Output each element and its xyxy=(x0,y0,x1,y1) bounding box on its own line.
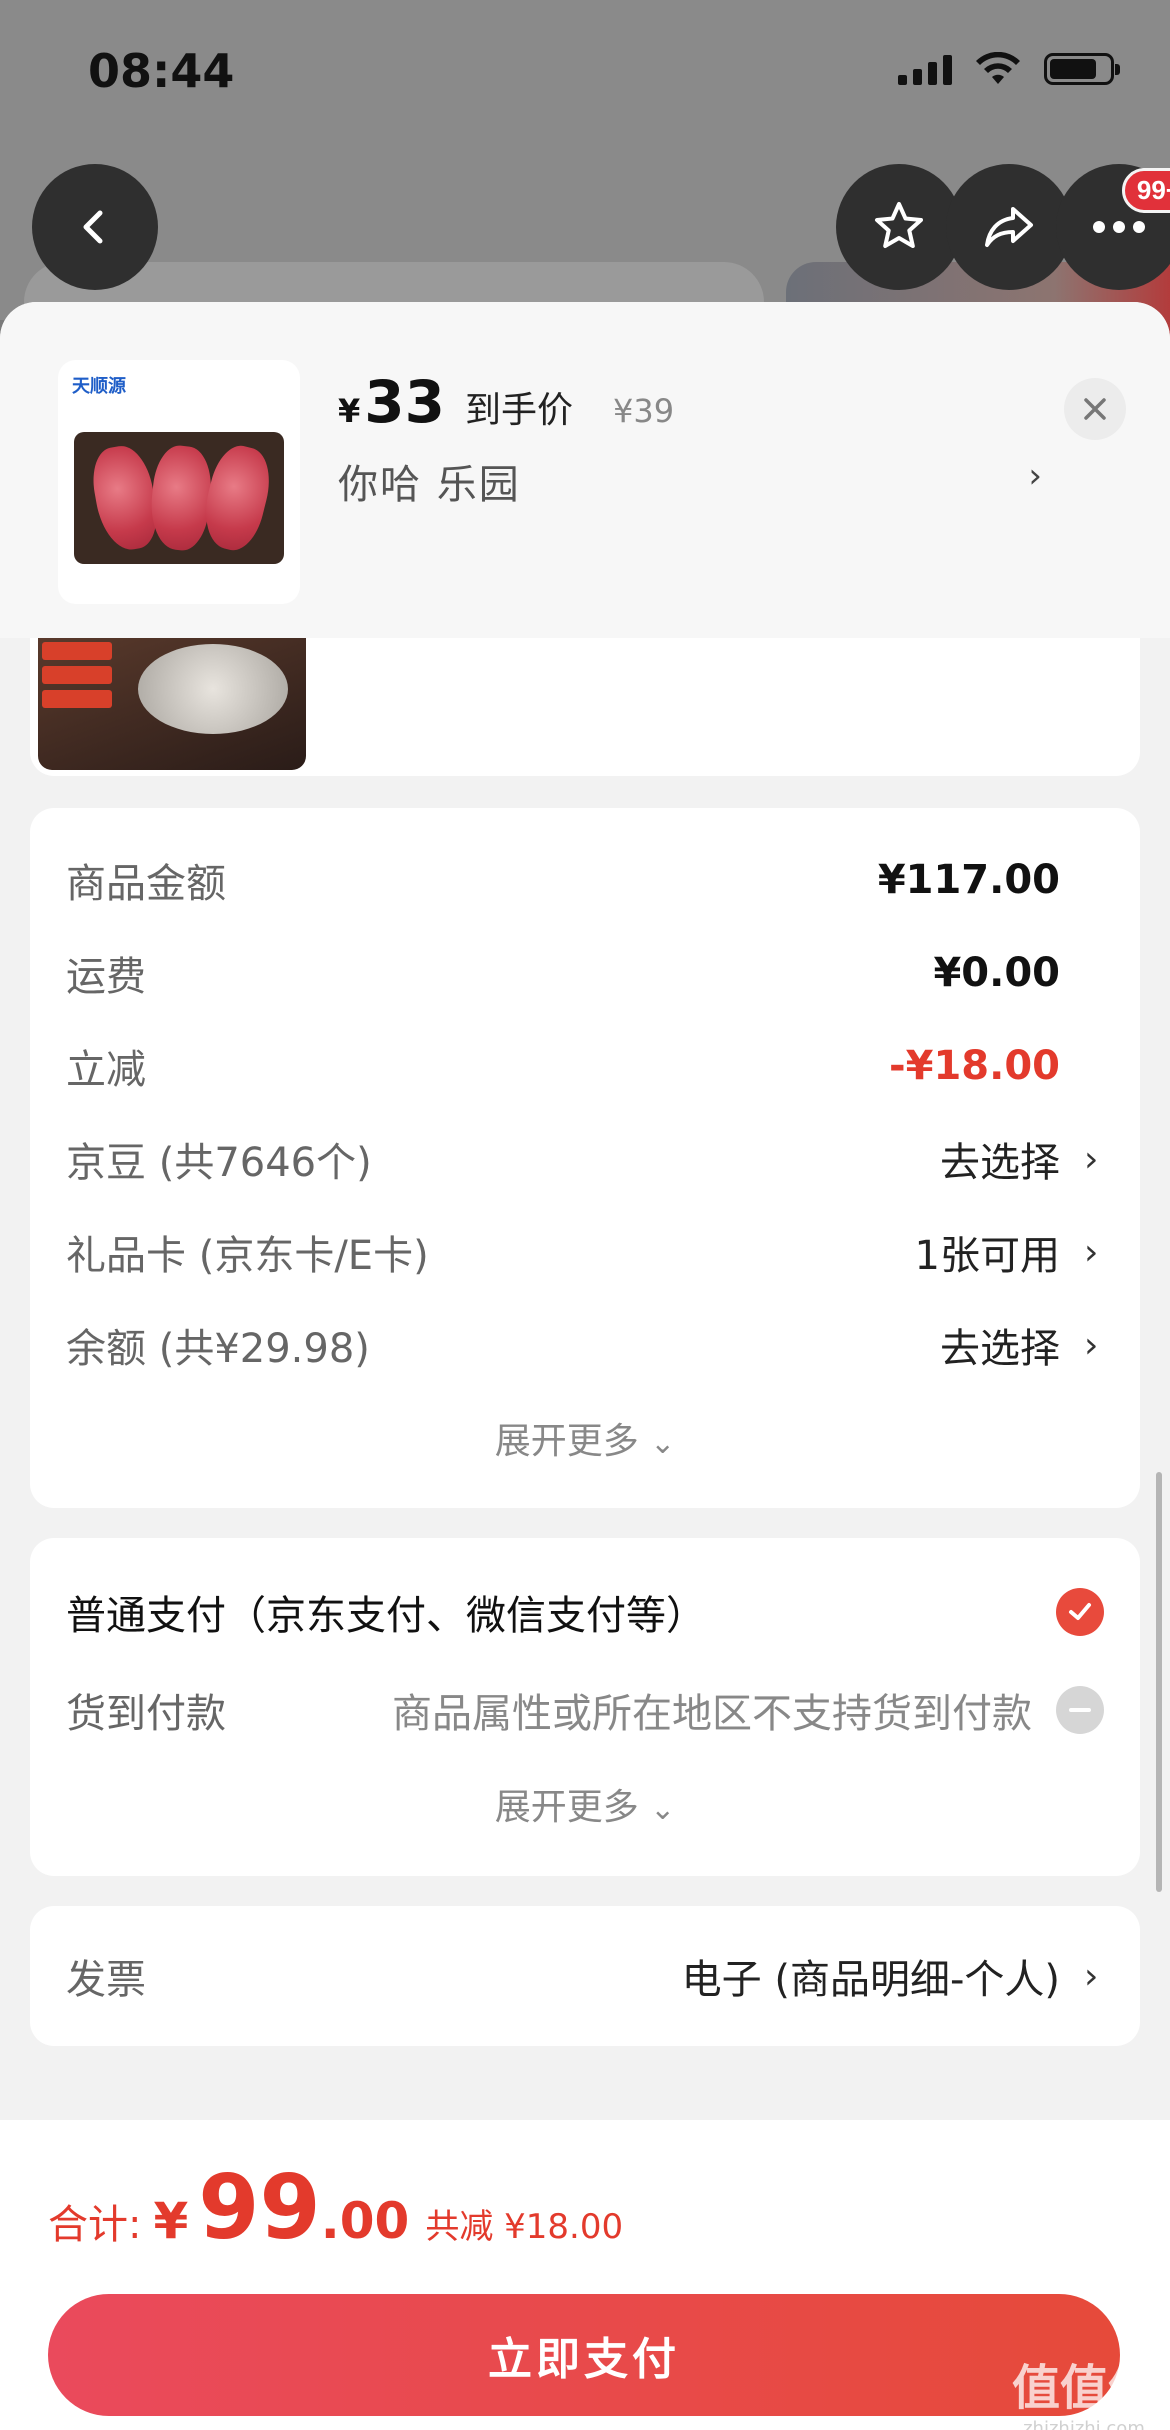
chevron-right-icon: › xyxy=(1084,1231,1099,1273)
close-button[interactable] xyxy=(1064,378,1126,440)
brand-logo: 天顺源 xyxy=(72,376,126,397)
expand-more-payment[interactable]: 展开更多 ⌄ xyxy=(30,1778,1140,1830)
watermark: 值值值 zhizhizhi.com xyxy=(1011,2360,1156,2430)
order-total: 合计: ¥ 99 .00 共减 ¥18.00 xyxy=(48,2156,624,2259)
chevron-right-icon[interactable]: › xyxy=(1028,456,1042,496)
battery-icon xyxy=(1044,53,1120,85)
disabled-radio-icon xyxy=(1056,1686,1104,1734)
star-icon xyxy=(875,202,923,248)
expand-more-summary[interactable]: 展开更多 ⌄ xyxy=(30,1412,1140,1464)
share-icon xyxy=(985,207,1033,247)
payment-method-card: 普通支付（京东支付、微信支付等） 货到付款 商品属性或所在地区不支持货到付款 展… xyxy=(30,1538,1140,1876)
chevron-down-icon: ⌄ xyxy=(650,1792,676,1827)
price-row: ¥ 33 到手价 ¥39 xyxy=(338,368,674,436)
product-image xyxy=(38,636,306,770)
product-spec-selector[interactable]: 你哈 乐园 xyxy=(338,452,521,510)
invoice-card[interactable]: 发票 电子 (商品明细-个人) › xyxy=(30,1906,1140,2046)
cellular-signal-icon xyxy=(898,53,952,85)
summary-row-jingdou[interactable]: 京豆 (共7646个) 去选择 › xyxy=(66,1129,1104,1189)
payment-option-cod: 货到付款 商品属性或所在地区不支持货到付款 xyxy=(66,1680,1104,1740)
price-summary-card: 商品金额 ¥117.00 运费 ¥0.00 立减 -¥18.00 京豆 (共76… xyxy=(30,808,1140,1508)
chevron-right-icon: › xyxy=(1084,1955,1099,1997)
pay-now-button[interactable]: 立即支付 xyxy=(48,2294,1120,2416)
more-dots-icon xyxy=(1093,221,1145,233)
summary-row-shipping: 运费 ¥0.00 xyxy=(66,950,1060,1000)
summary-row-discount: 立减 -¥18.00 xyxy=(66,1043,1060,1093)
summary-row-giftcard[interactable]: 礼品卡 (京东卡/E卡) 1张可用 › xyxy=(66,1222,1104,1282)
final-price: 33 xyxy=(364,368,445,436)
checkout-footer: 合计: ¥ 99 .00 共减 ¥18.00 立即支付 值值值 zhizhizh… xyxy=(0,2120,1170,2430)
final-price-label: 到手价 xyxy=(464,390,573,431)
more-button[interactable]: 99+ xyxy=(1056,164,1170,290)
invoice-row[interactable]: 发票 电子 (商品明细-个人) › xyxy=(66,1946,1104,2006)
total-savings: 共减 ¥18.00 xyxy=(425,2207,624,2247)
chevron-right-icon: › xyxy=(1084,1324,1099,1366)
product-thumbnail: 天顺源 xyxy=(58,360,300,604)
close-icon xyxy=(1084,398,1106,420)
product-header: 天顺源 ¥ 33 到手价 ¥39 你哈 乐园 › xyxy=(0,302,1170,638)
price-currency: ¥ xyxy=(338,392,361,430)
status-bar: 08:44 xyxy=(0,0,1170,150)
share-button[interactable] xyxy=(946,164,1072,290)
favorite-button[interactable] xyxy=(836,164,962,290)
original-price: ¥39 xyxy=(613,392,675,430)
summary-row-balance[interactable]: 余额 (共¥29.98) 去选择 › xyxy=(66,1315,1104,1375)
back-arrow-icon xyxy=(83,210,103,244)
checkmark-icon[interactable] xyxy=(1056,1588,1104,1636)
back-button[interactable] xyxy=(32,164,158,290)
wifi-icon xyxy=(976,52,1020,84)
notification-badge: 99+ xyxy=(1121,168,1170,213)
chevron-right-icon: › xyxy=(1084,1138,1099,1180)
summary-row-goods: 商品金额 ¥117.00 xyxy=(66,857,1060,907)
checkout-sheet: 天顺源 ¥ 33 到手价 ¥39 你哈 乐园 › 商品金额 ¥117.00 运费… xyxy=(0,302,1170,2430)
payment-option-standard[interactable]: 普通支付（京东支付、微信支付等） xyxy=(66,1582,1104,1642)
status-time: 08:44 xyxy=(88,44,235,98)
scrollbar[interactable] xyxy=(1156,1472,1162,1892)
cod-unavailable-note: 商品属性或所在地区不支持货到付款 xyxy=(392,1691,1032,1737)
chevron-down-icon: ⌄ xyxy=(650,1426,676,1461)
